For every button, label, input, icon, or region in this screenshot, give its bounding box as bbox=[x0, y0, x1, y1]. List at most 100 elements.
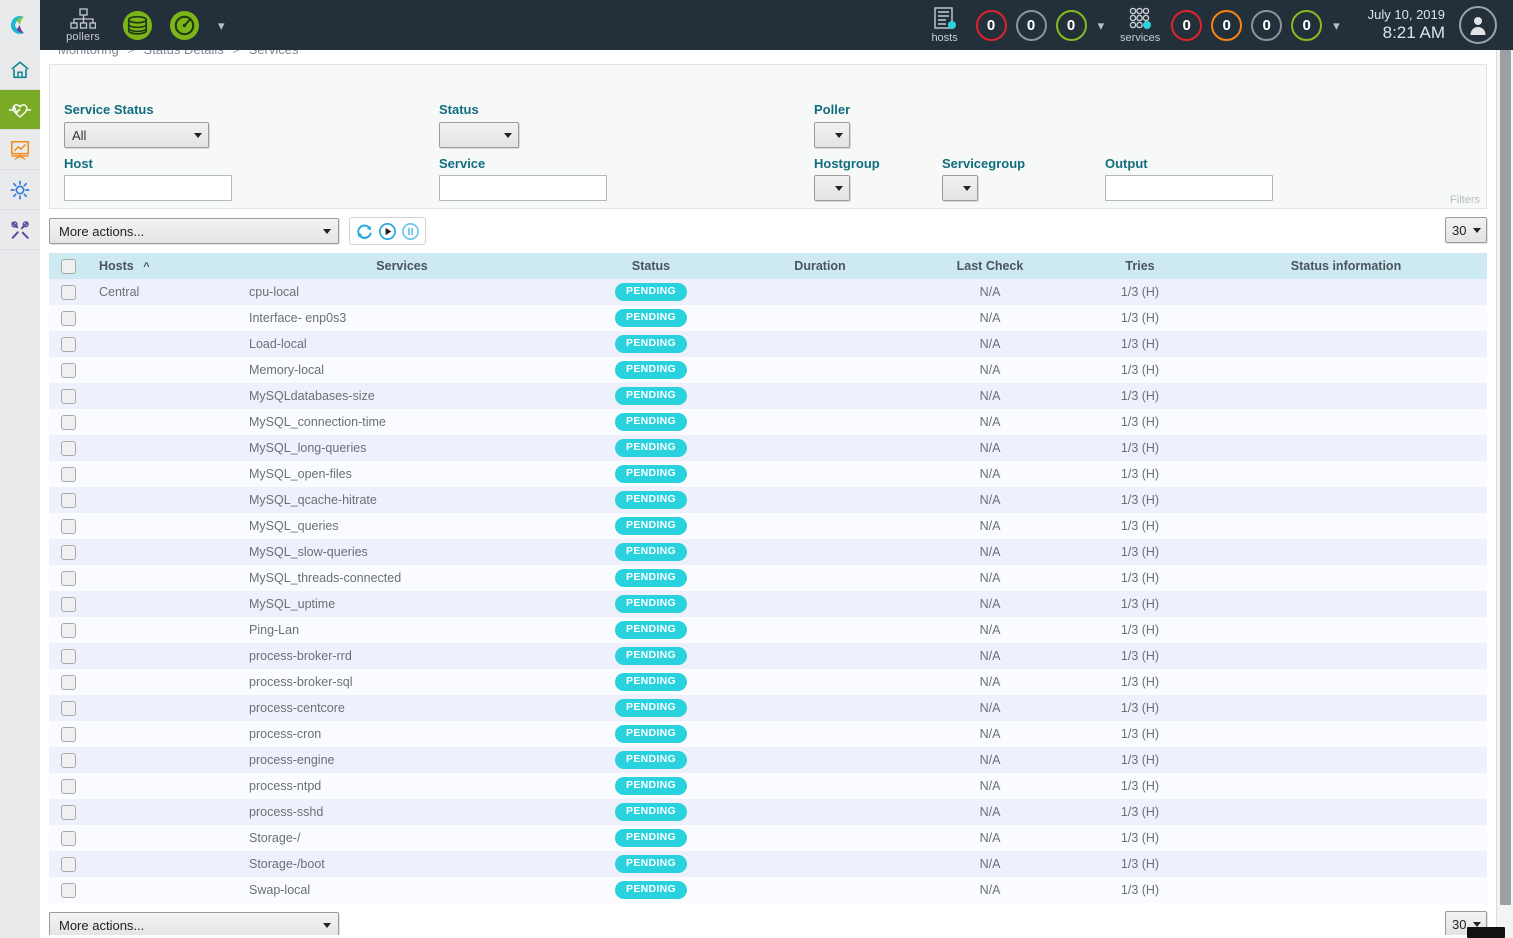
cell-host[interactable] bbox=[87, 565, 237, 591]
page-size-select-top[interactable]: 30 bbox=[1445, 217, 1487, 243]
cell-host[interactable] bbox=[87, 825, 237, 851]
cell-host[interactable] bbox=[87, 851, 237, 877]
row-select-cell[interactable] bbox=[49, 773, 87, 799]
row-checkbox[interactable] bbox=[61, 493, 76, 508]
column-header-services[interactable]: Services bbox=[237, 253, 567, 279]
table-row[interactable]: Storage-/PENDINGN/A1/3 (H) bbox=[49, 825, 1487, 851]
table-row[interactable]: MySQL_queriesPENDINGN/A1/3 (H) bbox=[49, 513, 1487, 539]
cell-service[interactable]: process-cron bbox=[237, 721, 567, 747]
table-row[interactable]: Swap-localPENDINGN/A1/3 (H) bbox=[49, 877, 1487, 903]
table-row[interactable]: Load-localPENDINGN/A1/3 (H) bbox=[49, 331, 1487, 357]
cell-service[interactable]: Ping-Lan bbox=[237, 617, 567, 643]
row-checkbox[interactable] bbox=[61, 831, 76, 846]
cell-service[interactable]: process-ntpd bbox=[237, 773, 567, 799]
servicegroup-select[interactable] bbox=[942, 175, 978, 201]
hosts-counter-up[interactable]: 0 bbox=[1056, 10, 1087, 41]
table-row[interactable]: MySQL_open-filesPENDINGN/A1/3 (H) bbox=[49, 461, 1487, 487]
service-input[interactable] bbox=[439, 175, 607, 201]
column-header-tries[interactable]: Tries bbox=[1075, 253, 1205, 279]
table-row[interactable]: process-broker-sqlPENDINGN/A1/3 (H) bbox=[49, 669, 1487, 695]
hosts-counter-unreachable[interactable]: 0 bbox=[1016, 10, 1047, 41]
cell-service[interactable]: Swap-local bbox=[237, 877, 567, 903]
row-checkbox[interactable] bbox=[61, 675, 76, 690]
row-select-cell[interactable] bbox=[49, 461, 87, 487]
cell-service[interactable]: MySQL_slow-queries bbox=[237, 539, 567, 565]
cell-service[interactable]: MySQL_threads-connected bbox=[237, 565, 567, 591]
cell-host[interactable] bbox=[87, 773, 237, 799]
row-select-cell[interactable] bbox=[49, 539, 87, 565]
row-checkbox[interactable] bbox=[61, 649, 76, 664]
table-row[interactable]: process-sshdPENDINGN/A1/3 (H) bbox=[49, 799, 1487, 825]
select-all-header[interactable] bbox=[49, 253, 87, 279]
row-checkbox[interactable] bbox=[61, 857, 76, 872]
row-select-cell[interactable] bbox=[49, 279, 87, 305]
cell-host[interactable] bbox=[87, 383, 237, 409]
header-chevron-down-icon[interactable]: ▾ bbox=[216, 19, 227, 32]
table-row[interactable]: MySQL_qcache-hitratePENDINGN/A1/3 (H) bbox=[49, 487, 1487, 513]
services-counter-ok[interactable]: 0 bbox=[1291, 10, 1322, 41]
column-header-status[interactable]: Status bbox=[567, 253, 735, 279]
row-checkbox[interactable] bbox=[61, 389, 76, 404]
cell-host[interactable] bbox=[87, 877, 237, 903]
pollers-status[interactable]: pollers bbox=[60, 8, 106, 43]
row-checkbox[interactable] bbox=[61, 363, 76, 378]
table-row[interactable]: Storage-/bootPENDINGN/A1/3 (H) bbox=[49, 851, 1487, 877]
row-select-cell[interactable] bbox=[49, 591, 87, 617]
row-select-cell[interactable] bbox=[49, 305, 87, 331]
pause-icon[interactable] bbox=[400, 221, 421, 242]
row-checkbox[interactable] bbox=[61, 883, 76, 898]
page-scrollbar-thumb[interactable] bbox=[1500, 50, 1511, 905]
row-select-cell[interactable] bbox=[49, 487, 87, 513]
cell-service[interactable]: Storage-/ bbox=[237, 825, 567, 851]
row-select-cell[interactable] bbox=[49, 851, 87, 877]
cell-service[interactable]: process-centcore bbox=[237, 695, 567, 721]
row-checkbox[interactable] bbox=[61, 545, 76, 560]
cell-host[interactable] bbox=[87, 695, 237, 721]
row-checkbox[interactable] bbox=[61, 467, 76, 482]
cell-host[interactable] bbox=[87, 305, 237, 331]
row-checkbox[interactable] bbox=[61, 623, 76, 638]
cell-host[interactable] bbox=[87, 487, 237, 513]
table-row[interactable]: Memory-localPENDINGN/A1/3 (H) bbox=[49, 357, 1487, 383]
row-checkbox[interactable] bbox=[61, 337, 76, 352]
cell-host[interactable] bbox=[87, 617, 237, 643]
sidebar-item-reporting[interactable] bbox=[0, 130, 40, 170]
filters-tag[interactable]: Filters bbox=[1450, 194, 1480, 206]
row-select-cell[interactable] bbox=[49, 877, 87, 903]
table-row[interactable]: MySQL_slow-queriesPENDINGN/A1/3 (H) bbox=[49, 539, 1487, 565]
row-checkbox[interactable] bbox=[61, 727, 76, 742]
cell-host[interactable] bbox=[87, 539, 237, 565]
row-select-cell[interactable] bbox=[49, 357, 87, 383]
row-select-cell[interactable] bbox=[49, 513, 87, 539]
sidebar-item-administration[interactable] bbox=[0, 210, 40, 250]
row-checkbox[interactable] bbox=[61, 701, 76, 716]
row-select-cell[interactable] bbox=[49, 799, 87, 825]
status-select[interactable] bbox=[439, 122, 519, 148]
row-select-cell[interactable] bbox=[49, 565, 87, 591]
table-row[interactable]: process-centcorePENDINGN/A1/3 (H) bbox=[49, 695, 1487, 721]
table-row[interactable]: Ping-LanPENDINGN/A1/3 (H) bbox=[49, 617, 1487, 643]
table-row[interactable]: MySQLdatabases-sizePENDINGN/A1/3 (H) bbox=[49, 383, 1487, 409]
table-row[interactable]: process-cronPENDINGN/A1/3 (H) bbox=[49, 721, 1487, 747]
row-checkbox[interactable] bbox=[61, 415, 76, 430]
centreon-logo[interactable] bbox=[0, 0, 40, 50]
page-scrollbar-track[interactable] bbox=[1496, 44, 1513, 938]
table-row[interactable]: MySQL_uptimePENDINGN/A1/3 (H) bbox=[49, 591, 1487, 617]
row-checkbox[interactable] bbox=[61, 285, 76, 300]
cell-host[interactable] bbox=[87, 461, 237, 487]
cell-host[interactable] bbox=[87, 721, 237, 747]
table-row[interactable]: MySQL_threads-connectedPENDINGN/A1/3 (H) bbox=[49, 565, 1487, 591]
cell-host[interactable] bbox=[87, 669, 237, 695]
gauge-icon[interactable] bbox=[169, 10, 200, 41]
output-input[interactable] bbox=[1105, 175, 1273, 201]
cell-service[interactable]: process-broker-sql bbox=[237, 669, 567, 695]
column-header-duration[interactable]: Duration bbox=[735, 253, 905, 279]
cell-service[interactable]: MySQL_long-queries bbox=[237, 435, 567, 461]
cell-service[interactable]: process-engine bbox=[237, 747, 567, 773]
row-select-cell[interactable] bbox=[49, 643, 87, 669]
cell-host[interactable] bbox=[87, 331, 237, 357]
cell-service[interactable]: MySQL_open-files bbox=[237, 461, 567, 487]
hosts-category[interactable]: hosts bbox=[923, 7, 967, 44]
table-row[interactable]: Centralcpu-localPENDINGN/A1/3 (H) bbox=[49, 279, 1487, 305]
cell-service[interactable]: Memory-local bbox=[237, 357, 567, 383]
